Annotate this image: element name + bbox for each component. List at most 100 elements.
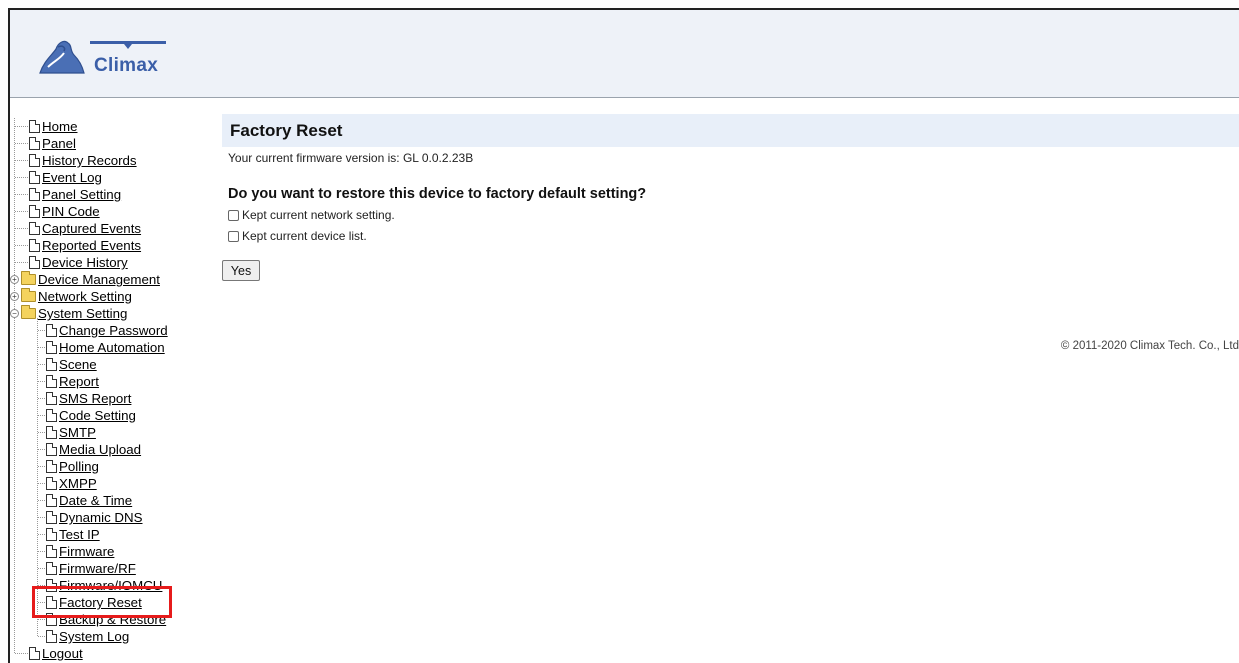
expand-icon[interactable]: + — [10, 275, 19, 284]
tree-branch-line — [15, 160, 28, 161]
sidebar-item-label: Home — [42, 119, 78, 134]
document-icon — [46, 477, 57, 490]
folder-icon — [21, 288, 36, 302]
sidebar-item-date-time[interactable]: Date & Time — [38, 492, 132, 509]
document-icon — [46, 443, 57, 456]
sidebar-item-label: System Log — [59, 629, 130, 644]
folder-icon — [21, 271, 36, 285]
tree-branch-line — [38, 500, 45, 501]
sidebar-item-label: Code Setting — [59, 408, 136, 423]
sidebar-item-label: Media Upload — [59, 442, 142, 457]
sidebar-item-device-history[interactable]: Device History — [15, 254, 128, 271]
sidebar-item-label: Polling — [59, 459, 99, 474]
yes-button[interactable]: Yes — [222, 260, 260, 281]
sidebar-item-event-log[interactable]: Event Log — [15, 169, 102, 186]
sidebar-item-label: Report — [59, 374, 99, 389]
keep-network-label: Kept current network setting. — [242, 208, 395, 222]
highlight-box — [32, 586, 172, 618]
sidebar-item-scene[interactable]: Scene — [38, 356, 97, 373]
sidebar-item-label: Network Setting — [38, 289, 132, 304]
restore-question: Do you want to restore this device to fa… — [228, 186, 647, 202]
firmware-version-text: Your current firmware version is: GL 0.0… — [228, 151, 474, 165]
document-icon — [29, 647, 40, 660]
sidebar-item-system-setting[interactable]: − System Setting — [10, 305, 127, 322]
sidebar-item-label: XMPP — [59, 476, 97, 491]
sidebar-item-xmpp[interactable]: XMPP — [38, 475, 97, 492]
document-icon — [29, 188, 40, 201]
document-icon — [46, 460, 57, 473]
tree-branch-line — [38, 551, 45, 552]
sidebar-item-firmware-rf[interactable]: Firmware/RF — [38, 560, 136, 577]
sidebar-item-label: Logout — [42, 646, 83, 661]
tree-branch-line — [38, 381, 45, 382]
tree-branch-line — [38, 568, 45, 569]
document-icon — [46, 545, 57, 558]
keep-network-checkbox[interactable] — [228, 209, 239, 221]
sidebar-item-polling[interactable]: Polling — [38, 458, 99, 475]
tree-branch-line — [15, 262, 28, 263]
tree-branch-line — [15, 228, 28, 229]
sidebar-item-logout[interactable]: Logout — [15, 645, 83, 662]
sidebar-item-reported-events[interactable]: Reported Events — [15, 237, 141, 254]
sidebar-item-media-upload[interactable]: Media Upload — [38, 441, 141, 458]
sidebar-item-smtp[interactable]: SMTP — [38, 424, 96, 441]
document-icon — [29, 205, 40, 218]
expand-icon[interactable]: + — [10, 292, 19, 301]
sidebar-item-pin-code[interactable]: PIN Code — [15, 203, 100, 220]
tree-branch-line — [38, 619, 45, 620]
sidebar-item-label: Captured Events — [42, 221, 142, 236]
sidebar-item-captured-events[interactable]: Captured Events — [15, 220, 141, 237]
sidebar-item-label: Home Automation — [59, 340, 165, 355]
document-icon — [46, 630, 57, 643]
tree-branch-line — [15, 211, 28, 212]
document-icon — [29, 222, 40, 235]
sidebar-item-report[interactable]: Report — [38, 373, 99, 390]
tree-branch-line — [38, 330, 45, 331]
collapse-icon[interactable]: − — [10, 309, 19, 318]
sidebar-item-home[interactable]: Home — [15, 118, 77, 135]
sidebar-item-code-setting[interactable]: Code Setting — [38, 407, 136, 424]
document-icon — [46, 562, 57, 575]
sidebar-item-label: SMS Report — [59, 391, 132, 406]
sidebar-item-panel-setting[interactable]: Panel Setting — [15, 186, 121, 203]
tree-branch-line — [38, 483, 45, 484]
keep-device-list-label: Kept current device list. — [242, 229, 367, 243]
tree-branch-line — [38, 517, 45, 518]
sidebar-item-network-setting[interactable]: + Network Setting — [10, 288, 132, 305]
keep-device-list-option[interactable]: Kept current device list. — [228, 229, 367, 243]
document-icon — [29, 137, 40, 150]
sidebar-item-panel[interactable]: Panel — [15, 135, 76, 152]
sidebar-item-device-management[interactable]: + Device Management — [10, 271, 160, 288]
sidebar-item-label: Panel — [42, 136, 77, 151]
sidebar-tree: Home Panel History Records Event Log Panel S… — [10, 118, 200, 663]
tree-branch-line — [38, 347, 45, 348]
sidebar-item-label: Panel Setting — [42, 187, 122, 202]
sidebar-item-label: Device History — [42, 255, 128, 270]
document-icon — [46, 511, 57, 524]
sidebar-item-firmware[interactable]: Firmware — [38, 543, 114, 560]
sidebar-item-change-password[interactable]: Change Password — [38, 322, 168, 339]
sidebar-item-dynamic-dns[interactable]: Dynamic DNS — [38, 509, 143, 526]
document-icon — [29, 256, 40, 269]
document-icon — [46, 375, 57, 388]
sidebar-item-home-automation[interactable]: Home Automation — [38, 339, 165, 356]
tree-branch-line — [38, 636, 45, 637]
tree-branch-line — [15, 143, 28, 144]
document-icon — [46, 341, 57, 354]
sidebar-item-label: Dynamic DNS — [59, 510, 143, 525]
sidebar-item-label: Firmware — [59, 544, 115, 559]
sidebar-item-history-records[interactable]: History Records — [15, 152, 137, 169]
tree-branch-line — [15, 245, 28, 246]
keep-network-option[interactable]: Kept current network setting. — [228, 208, 395, 222]
keep-device-list-checkbox[interactable] — [228, 230, 239, 242]
sidebar-item-system-log[interactable]: System Log — [38, 628, 129, 645]
document-icon — [46, 392, 57, 405]
document-icon — [46, 324, 57, 337]
sidebar-item-test-ip[interactable]: Test IP — [38, 526, 100, 543]
tree-branch-line — [38, 415, 45, 416]
tree-branch-line — [38, 466, 45, 467]
sidebar-item-sms-report[interactable]: SMS Report — [38, 390, 131, 407]
tree-branch-line — [15, 126, 28, 127]
sidebar-item-label: Date & Time — [59, 493, 133, 508]
sidebar-item-label: Firmware/RF — [59, 561, 136, 576]
